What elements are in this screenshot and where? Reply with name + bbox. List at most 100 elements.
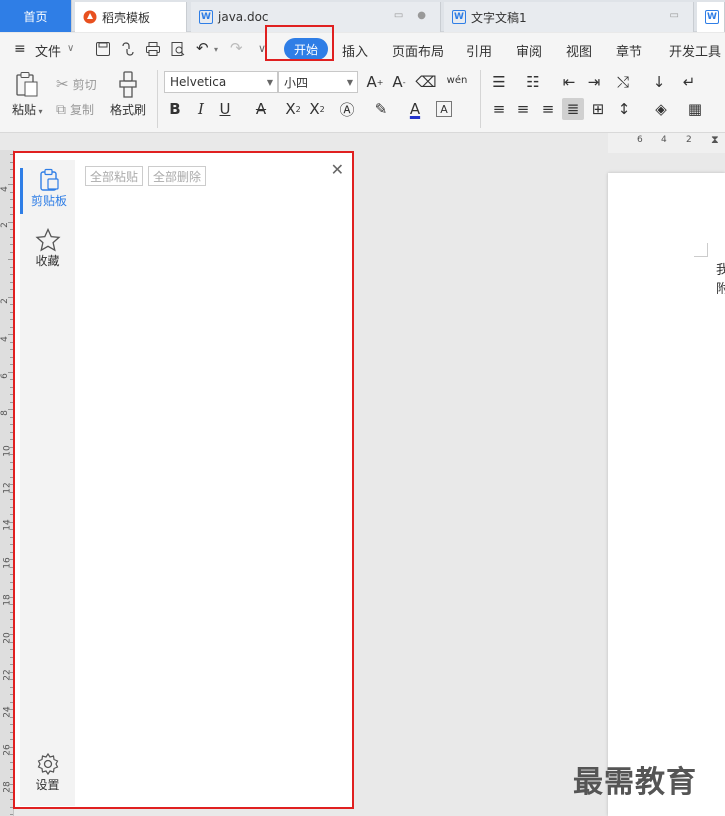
settings-button[interactable]: 设置 (20, 752, 75, 798)
ruler-tick (10, 514, 13, 515)
tab-docer-label: 稻壳模板 (102, 10, 151, 25)
increase-indent-icon[interactable]: ⇥ (583, 71, 605, 93)
ruler-tick (10, 664, 13, 665)
show-hide-marks-icon[interactable]: ↵ (678, 71, 700, 93)
pinyin-guide-icon[interactable]: wén (444, 69, 470, 91)
tab-java-doc[interactable]: W java.doc ▭ ● (191, 2, 441, 32)
scissors-icon: ✂ (56, 75, 69, 93)
ruler-tick (10, 769, 13, 770)
numbered-list-icon[interactable]: ☷ (522, 71, 544, 93)
menu-file[interactable]: 文件 (35, 41, 61, 60)
menu-page-layout[interactable]: 页面布局 (392, 41, 444, 60)
format-painter-button[interactable]: 格式刷 (110, 71, 146, 118)
sidebar-item-favorites[interactable]: 收藏 (20, 228, 75, 274)
ruler-tick (10, 244, 13, 245)
ruler-tick (10, 476, 13, 478)
ruler-tick (10, 754, 13, 755)
tab-document1[interactable]: W 文字文稿1 ▭ (444, 2, 694, 32)
word-doc-icon: W (705, 10, 719, 24)
undo-icon[interactable]: ↶ (196, 39, 209, 57)
superscript-icon[interactable]: X2 (282, 98, 304, 120)
vertical-ruler: 4 2 2 4 6 8 10 12 14 16 18 20 22 24 26 28 (0, 150, 14, 816)
paste-all-button[interactable]: 全部粘贴 (85, 166, 144, 186)
ruler-tick (10, 304, 13, 305)
decrease-indent-icon[interactable]: ⇤ (558, 71, 580, 93)
indent-marker-icon[interactable]: ⧗ (711, 133, 719, 147)
paste-dropdown-icon[interactable]: ▾ (36, 107, 43, 116)
chevron-down-icon[interactable]: ∨ (67, 43, 74, 54)
hyperlink-icon[interactable] (120, 41, 136, 61)
cut-button[interactable]: ✂ 剪切 (56, 75, 97, 93)
bullet-list-icon[interactable]: ☰ (488, 71, 510, 93)
font-color-icon[interactable]: A (404, 98, 426, 120)
document-page[interactable]: 我 附 (608, 173, 725, 816)
undo-dropdown-icon[interactable]: ▾ (214, 45, 218, 54)
redo-icon[interactable]: ↷ (230, 39, 243, 57)
tab-docer-templates[interactable]: 稻壳模板 (75, 2, 187, 32)
text-effect-icon[interactable]: Ⓐ (336, 98, 358, 120)
ruler-tick (10, 169, 13, 170)
underline-icon[interactable]: U (214, 98, 236, 120)
close-icon[interactable]: ✕ (331, 160, 344, 179)
menu-references[interactable]: 引用 (466, 41, 492, 60)
unsaved-dot-icon[interactable]: ● (417, 10, 426, 21)
sidebar-item-clipboard[interactable]: 剪贴板 (20, 168, 75, 214)
customize-chevron-icon[interactable]: ∨ (258, 42, 266, 55)
print-icon[interactable] (145, 41, 161, 61)
font-name-select[interactable]: Helvetica ▼ (164, 71, 278, 93)
hamburger-icon[interactable]: ≡ (14, 41, 26, 57)
align-right-icon[interactable]: ≡ (537, 98, 559, 120)
justify-icon[interactable]: ≣ (562, 98, 584, 120)
ruler-tick (10, 311, 13, 313)
monitor-icon[interactable]: ▭ (394, 10, 403, 21)
save-icon[interactable] (95, 41, 111, 61)
borders-icon[interactable]: ▦ (684, 98, 706, 120)
ruler-tick (10, 176, 13, 178)
ruler-tick-label: 4 (661, 135, 667, 145)
ruler-tick (10, 694, 13, 695)
star-icon (34, 228, 61, 252)
delete-all-button[interactable]: 全部删除 (148, 166, 207, 186)
menu-start[interactable]: 开始 (284, 38, 328, 60)
menu-view[interactable]: 视图 (566, 41, 592, 60)
ruler-tick (10, 341, 13, 343)
copy-icon: ⧉ (56, 101, 66, 118)
tab-home[interactable]: 首页 (0, 0, 72, 32)
ruler-tick (10, 566, 13, 568)
clear-format-icon[interactable]: ⌫ (415, 71, 437, 93)
menu-review[interactable]: 审阅 (516, 41, 542, 60)
copy-button[interactable]: ⧉ 复制 (56, 101, 94, 118)
chinese-layout-icon[interactable]: ⤭ (612, 71, 634, 93)
paste-button[interactable]: 粘贴 ▾ (12, 71, 43, 118)
ruler-tick (10, 364, 13, 365)
line-spacing-icon[interactable]: ↕ (613, 98, 635, 120)
ruler-tick (10, 349, 13, 350)
menu-section[interactable]: 章节 (616, 41, 642, 60)
print-preview-icon[interactable] (170, 41, 186, 61)
ruler-tick (10, 206, 13, 208)
align-left-icon[interactable]: ≡ (488, 98, 510, 120)
font-size-select[interactable]: 小四 ▼ (278, 71, 358, 93)
strikethrough-icon[interactable]: A (250, 98, 272, 120)
subscript-icon[interactable]: X2 (306, 98, 328, 120)
sort-icon[interactable]: ↓ (648, 71, 670, 93)
menu-developer-tools[interactable]: 开发工具 (669, 41, 721, 60)
italic-icon[interactable]: I (190, 98, 212, 120)
menu-insert[interactable]: 插入 (342, 41, 368, 60)
shrink-font-icon[interactable]: A- (388, 71, 410, 93)
monitor-icon[interactable]: ▭ (670, 10, 679, 21)
distributed-align-icon[interactable]: ⊞ (587, 98, 609, 120)
margin-corner-mark (694, 243, 708, 257)
character-border-icon[interactable]: A (436, 101, 452, 117)
bold-icon[interactable]: B (164, 98, 186, 120)
align-center-icon[interactable]: ≡ (512, 98, 534, 120)
ruler-tick (8, 446, 13, 448)
grow-font-icon[interactable]: A + (364, 71, 386, 93)
ruler-tick-label: 2 (0, 298, 10, 304)
shading-icon[interactable]: ◈ (650, 98, 672, 120)
highlight-color-icon[interactable]: ✎ (370, 98, 392, 120)
tab-active-doc[interactable]: W (697, 2, 725, 32)
document-text[interactable]: 我 附 (716, 261, 725, 299)
ruler-tick (10, 604, 13, 605)
font-size-value: 小四 (284, 75, 309, 90)
